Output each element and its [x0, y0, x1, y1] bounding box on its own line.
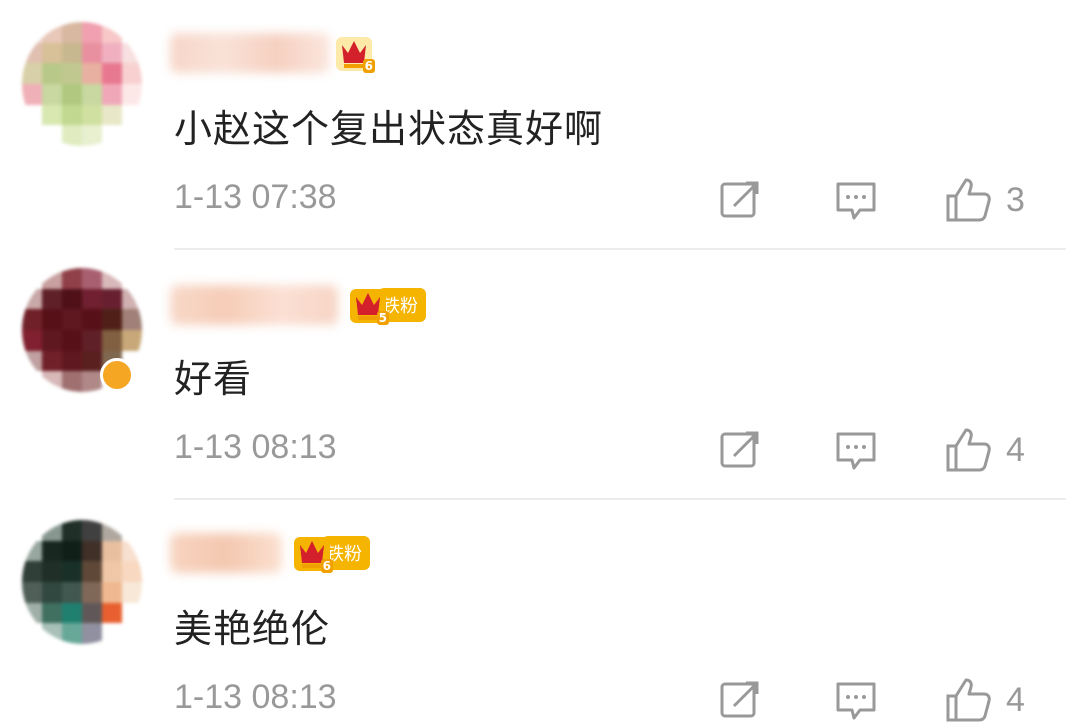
comment-item: 6 铁粉 美艳绝伦 1-13 08:13 4	[0, 500, 1066, 728]
comment-actions: 4	[718, 676, 1048, 724]
avatar[interactable]	[22, 22, 142, 146]
comment-item: 5 铁粉 好看 1-13 08:13 4	[0, 250, 1066, 500]
level-label: 5	[376, 311, 389, 325]
avatar[interactable]	[22, 520, 142, 644]
user-row: 6	[170, 30, 376, 76]
comment-text: 美艳绝伦	[174, 607, 331, 651]
comment-actions: 3	[718, 176, 1048, 224]
username-blurred[interactable]	[170, 533, 282, 573]
like-button[interactable]: 4	[944, 426, 1025, 474]
repost-icon	[720, 681, 759, 718]
like-icon	[946, 428, 991, 472]
verified-badge-icon	[100, 358, 134, 392]
like-count: 4	[1006, 430, 1025, 469]
repost-button[interactable]	[718, 426, 762, 474]
level-label: 6	[362, 59, 375, 73]
user-row: 5 铁粉	[170, 282, 426, 328]
like-button[interactable]: 4	[944, 676, 1025, 724]
comment-time: 1-13 07:38	[174, 178, 337, 216]
crown-icon: 6	[290, 531, 334, 575]
comment-text: 小赵这个复出状态真好啊	[174, 107, 604, 151]
comment-icon	[836, 682, 876, 720]
crown-icon: 6	[332, 31, 376, 75]
username-blurred[interactable]	[170, 285, 338, 325]
comment-icon	[836, 432, 876, 470]
comment-actions: 4	[718, 426, 1048, 474]
comment-button[interactable]	[834, 176, 878, 224]
repost-icon	[720, 181, 759, 218]
comment-time: 1-13 08:13	[174, 428, 337, 466]
crown-icon: 5	[346, 283, 390, 327]
username-blurred[interactable]	[170, 33, 330, 73]
repost-icon	[720, 431, 759, 468]
level-label: 6	[320, 559, 333, 573]
like-count: 3	[1006, 180, 1025, 219]
like-icon	[946, 678, 991, 722]
comment-icon	[836, 182, 876, 220]
like-button[interactable]: 3	[944, 176, 1025, 224]
repost-button[interactable]	[718, 676, 762, 724]
comment-button[interactable]	[834, 426, 878, 474]
comment-time: 1-13 08:13	[174, 678, 337, 716]
comment-item: 6 小赵这个复出状态真好啊 1-13 07:38 3	[0, 0, 1066, 250]
comment-button[interactable]	[834, 676, 878, 724]
like-icon	[946, 178, 991, 222]
like-count: 4	[1006, 680, 1025, 719]
user-row: 6 铁粉	[170, 530, 370, 576]
comment-text: 好看	[174, 357, 253, 401]
repost-button[interactable]	[718, 176, 762, 224]
